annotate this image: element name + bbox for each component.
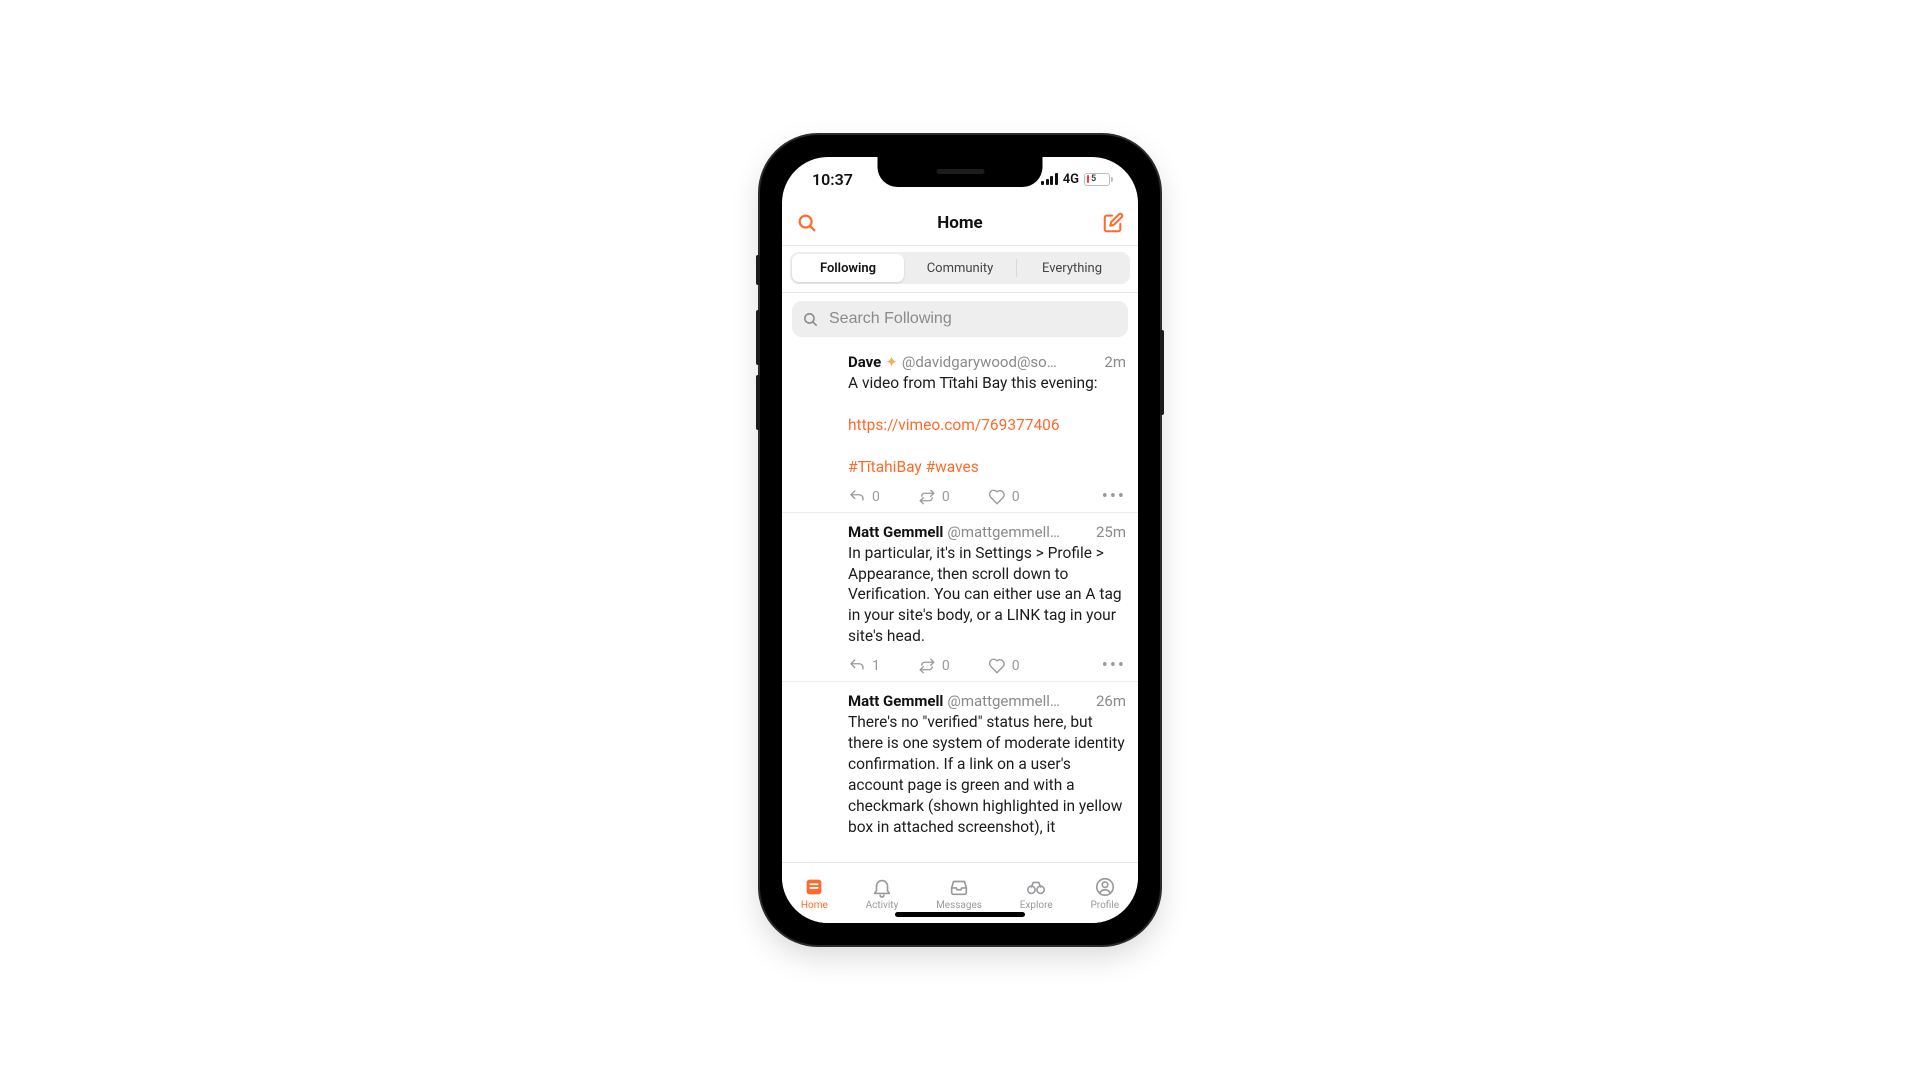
search-icon <box>802 311 819 328</box>
heart-icon <box>988 657 1006 675</box>
ellipsis-icon: ••• <box>1102 488 1126 506</box>
post-content: In particular, it's in Settings > Profil… <box>848 543 1126 648</box>
volume-down-button[interactable] <box>756 375 760 430</box>
heart-icon <box>988 488 1006 506</box>
tab-profile[interactable]: Profile <box>1090 876 1119 911</box>
post[interactable]: Matt Gemmell @mattgemmell… 25m In partic… <box>782 513 1138 683</box>
post-author-name[interactable]: Dave <box>848 353 881 371</box>
reply-icon <box>848 488 866 506</box>
navbar: Home <box>782 201 1138 246</box>
tab-home[interactable]: Home <box>801 876 828 911</box>
post-content: A video from Tītahi Bay this evening: ht… <box>848 373 1126 478</box>
post-time: 25m <box>1096 523 1126 541</box>
post-author-handle[interactable]: @davidgarywood@so… <box>902 353 1101 371</box>
post[interactable]: Dave ✦ @davidgarywood@so… 2m A video fro… <box>782 343 1138 513</box>
segment-everything[interactable]: Everything <box>1016 254 1128 282</box>
avatar[interactable] <box>794 353 838 397</box>
tab-explore[interactable]: Explore <box>1020 876 1053 911</box>
silence-switch[interactable] <box>756 255 760 285</box>
like-button[interactable]: 0 <box>988 657 1020 675</box>
reply-button[interactable]: 0 <box>848 488 880 506</box>
boost-button[interactable]: 0 <box>918 657 950 675</box>
search-bar[interactable] <box>792 301 1128 337</box>
post[interactable]: Matt Gemmell @mattgemmell… 26m There's n… <box>782 682 1138 844</box>
compose-icon[interactable] <box>1102 212 1124 234</box>
home-indicator[interactable] <box>895 912 1025 917</box>
battery-icon: 5 <box>1084 173 1110 186</box>
signal-icon <box>1041 173 1058 185</box>
post-time: 26m <box>1096 692 1126 710</box>
boost-button[interactable]: 0 <box>918 488 950 506</box>
feed[interactable]: Dave ✦ @davidgarywood@so… 2m A video fro… <box>782 343 1138 862</box>
more-button[interactable]: ••• <box>1102 657 1126 675</box>
tab-messages[interactable]: Messages <box>936 876 982 911</box>
volume-up-button[interactable] <box>756 310 760 365</box>
feed-segment-control: Following Community Everything <box>782 246 1138 293</box>
status-time: 10:37 <box>812 170 853 189</box>
post-hashtags[interactable]: #TītahiBay #waves <box>848 458 979 476</box>
more-button[interactable]: ••• <box>1102 488 1126 506</box>
post-content: There's no "verified" status here, but t… <box>848 712 1126 838</box>
like-button[interactable]: 0 <box>988 488 1020 506</box>
post-author-name[interactable]: Matt Gemmell <box>848 692 943 710</box>
post-author-handle[interactable]: @mattgemmell… <box>947 523 1092 541</box>
bell-icon <box>870 876 894 898</box>
avatar[interactable] <box>794 523 838 567</box>
binoculars-icon <box>1024 876 1048 898</box>
ellipsis-icon: ••• <box>1102 657 1126 675</box>
boost-icon <box>918 488 936 506</box>
segment-community[interactable]: Community <box>904 254 1016 282</box>
page-title: Home <box>937 213 983 233</box>
reply-icon <box>848 657 866 675</box>
tab-activity[interactable]: Activity <box>866 876 899 911</box>
search-input[interactable] <box>827 309 1118 329</box>
power-button[interactable] <box>1160 330 1164 415</box>
post-author-name[interactable]: Matt Gemmell <box>848 523 943 541</box>
post-time: 2m <box>1104 353 1126 371</box>
phone-frame: 10:37 4G 5 Home <box>760 135 1160 945</box>
avatar[interactable] <box>794 692 838 736</box>
notch <box>878 157 1043 187</box>
profile-icon <box>1093 876 1117 898</box>
segment-following[interactable]: Following <box>792 254 904 282</box>
sparkle-icon: ✦ <box>885 353 898 371</box>
post-author-handle[interactable]: @mattgemmell… <box>947 692 1092 710</box>
network-label: 4G <box>1063 172 1079 187</box>
home-icon <box>802 876 826 898</box>
screen: 10:37 4G 5 Home <box>782 157 1138 923</box>
post-link[interactable]: https://vimeo.com/769377406 <box>848 416 1060 434</box>
search-icon[interactable] <box>796 212 818 234</box>
reply-button[interactable]: 1 <box>848 657 880 675</box>
inbox-icon <box>947 876 971 898</box>
boost-icon <box>918 657 936 675</box>
